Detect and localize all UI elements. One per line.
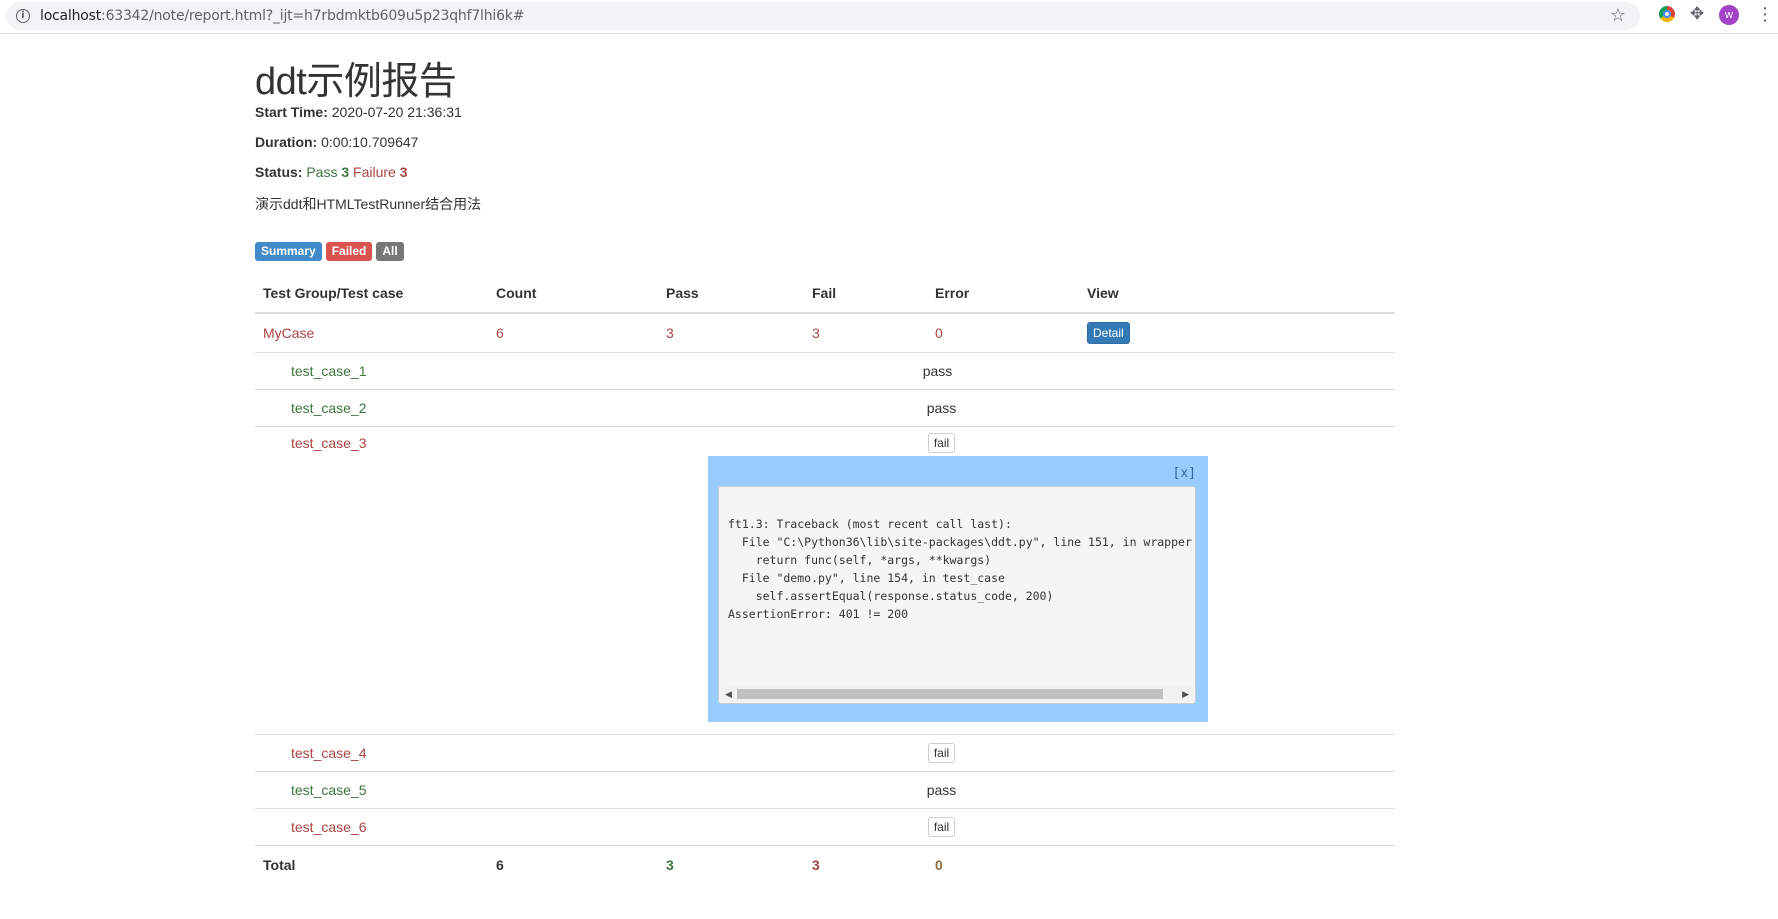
column-header: Count bbox=[488, 274, 658, 314]
group-error: 0 bbox=[927, 312, 1079, 353]
case-fail-toggle-button[interactable]: fail bbox=[927, 817, 956, 837]
total-count: 6 bbox=[488, 845, 658, 884]
case-name: test_case_1 bbox=[255, 352, 804, 390]
scroll-left-icon[interactable]: ◀ bbox=[725, 687, 732, 701]
group-fail: 3 bbox=[804, 312, 927, 353]
status-pass-count: 3 bbox=[341, 164, 350, 180]
case-status: pass bbox=[922, 363, 953, 379]
table-row: test_case_2 pass bbox=[255, 389, 1395, 427]
traceback-text: ft1.3: Traceback (most recent call last)… bbox=[728, 517, 1192, 621]
total-fail: 3 bbox=[804, 845, 927, 884]
test-group-row: MyCase 6 3 3 0 Detail bbox=[255, 312, 1395, 353]
browser-menu-icon[interactable]: ⋮ bbox=[1756, 4, 1774, 24]
status-label: Status: bbox=[255, 164, 303, 180]
chrome-extension-icon[interactable] bbox=[1659, 6, 1675, 22]
popup-close-button[interactable]: [x] bbox=[1173, 466, 1196, 481]
duration: Duration: 0:00:10.709647 bbox=[255, 134, 418, 150]
detail-button[interactable]: Detail bbox=[1087, 322, 1130, 344]
scrollbar-thumb[interactable] bbox=[737, 689, 1163, 699]
scroll-right-icon[interactable]: ▶ bbox=[1182, 687, 1189, 701]
total-pass: 3 bbox=[658, 845, 804, 884]
column-header: Pass bbox=[658, 274, 804, 314]
table-header-row: Test Group/Test case Count Pass Fail Err… bbox=[255, 274, 1395, 314]
page-title: ddt示例报告 bbox=[255, 61, 457, 103]
case-name: test_case_6 bbox=[255, 808, 804, 846]
case-name: test_case_4 bbox=[255, 734, 804, 772]
case-fail-toggle-button[interactable]: fail bbox=[927, 433, 956, 453]
report-description: 演示ddt和HTMLTestRunner结合用法 bbox=[255, 196, 482, 212]
case-status: pass bbox=[926, 400, 957, 416]
status: Status: Pass 3 Failure 3 bbox=[255, 164, 408, 180]
url-text[interactable]: localhost:63342/note/report.html?_ijt=h7… bbox=[40, 8, 524, 24]
bookmark-star-icon[interactable]: ☆ bbox=[1610, 5, 1626, 26]
profile-avatar[interactable]: w bbox=[1719, 5, 1739, 25]
horizontal-scrollbar[interactable]: ◀ ▶ bbox=[721, 687, 1193, 701]
browser-toolbar: i localhost:63342/note/report.html?_ijt=… bbox=[0, 0, 1778, 34]
case-status: pass bbox=[926, 782, 957, 798]
group-pass: 3 bbox=[658, 312, 804, 353]
column-header: Test Group/Test case bbox=[255, 274, 488, 314]
table-row: test_case_1 pass bbox=[255, 352, 1395, 390]
address-bar[interactable]: i localhost:63342/note/report.html?_ijt=… bbox=[6, 2, 1640, 30]
total-label: Total bbox=[255, 845, 488, 884]
case-fail-toggle-button[interactable]: fail bbox=[927, 743, 956, 763]
url-host: localhost bbox=[40, 8, 102, 24]
start-time: Start Time: 2020-07-20 21:36:31 bbox=[255, 104, 462, 120]
url-path: :63342/note/report.html?_ijt=h7rbdmktb60… bbox=[101, 8, 525, 24]
column-header: Fail bbox=[804, 274, 927, 314]
status-pass-label: Pass bbox=[306, 164, 338, 180]
filter-buttons: Summary Failed All bbox=[255, 242, 404, 261]
group-name: MyCase bbox=[255, 312, 488, 353]
group-count: 6 bbox=[488, 312, 658, 353]
all-filter-button[interactable]: All bbox=[376, 242, 404, 261]
total-row: Total 6 3 3 0 bbox=[255, 845, 1395, 884]
status-fail-label: Failure bbox=[353, 164, 396, 180]
case-name: test_case_5 bbox=[255, 771, 804, 809]
extensions-puzzle-icon[interactable]: ✥ bbox=[1690, 4, 1704, 24]
table-row: test_case_5 pass bbox=[255, 771, 1395, 809]
info-icon[interactable]: i bbox=[16, 9, 30, 23]
status-fail-count: 3 bbox=[399, 164, 408, 180]
table-row: test_case_6 fail bbox=[255, 808, 1395, 846]
column-header: View bbox=[1079, 274, 1395, 314]
traceback-popup: [x] ft1.3: Traceback (most recent call l… bbox=[708, 456, 1208, 722]
duration-label: Duration: bbox=[255, 134, 318, 150]
failed-filter-button[interactable]: Failed bbox=[325, 242, 373, 261]
duration-value: 0:00:10.709647 bbox=[321, 134, 419, 150]
column-header: Error bbox=[927, 274, 1079, 314]
start-time-value: 2020-07-20 21:36:31 bbox=[331, 104, 462, 120]
case-name: test_case_2 bbox=[255, 389, 804, 427]
total-error: 0 bbox=[927, 845, 1079, 884]
start-time-label: Start Time: bbox=[255, 104, 328, 120]
table-row: test_case_4 fail bbox=[255, 734, 1395, 772]
traceback-box[interactable]: ft1.3: Traceback (most recent call last)… bbox=[718, 486, 1196, 704]
summary-filter-button[interactable]: Summary bbox=[255, 242, 322, 261]
